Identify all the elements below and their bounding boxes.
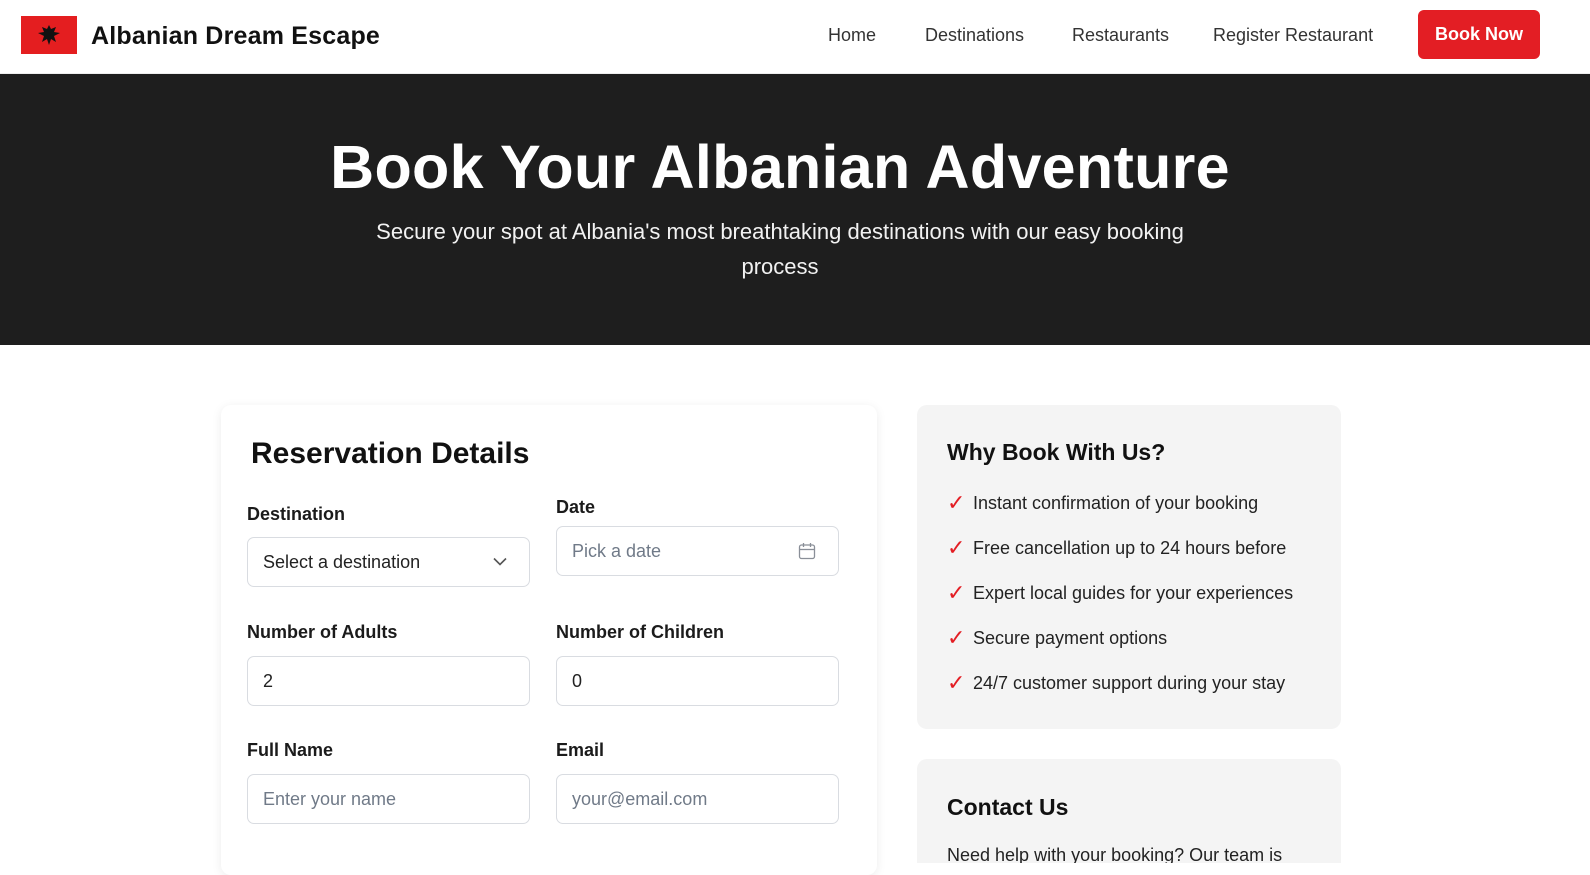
top-navbar: Albanian Dream Escape Home Destinations … (0, 0, 1590, 74)
hero-subtitle: Secure your spot at Albania's most breat… (376, 219, 1184, 279)
checkmark-icon: ✓ (947, 535, 966, 560)
benefit-item: ✓ Expert local guides for your experienc… (947, 580, 1293, 606)
adults-input[interactable]: 2 (247, 656, 530, 706)
benefit-item: ✓ 24/7 customer support during your stay (947, 670, 1285, 696)
nav-restaurants[interactable]: Restaurants (1072, 25, 1169, 46)
destination-label: Destination (247, 504, 346, 524)
book-now-button[interactable]: Book Now (1418, 10, 1540, 59)
reservation-form-card: Reservation Details Destination Select a… (221, 405, 877, 875)
albanian-flag-logo[interactable] (21, 16, 77, 54)
hero-section: Book Your Albanian Adventure Secure your… (0, 74, 1590, 345)
checkmark-icon: ✓ (947, 625, 966, 650)
contact-text: Need help with your booking? Our team is (947, 845, 1283, 863)
benefit-item: ✓ Instant confirmation of your booking (947, 490, 1258, 516)
form-title: Reservation Details (251, 437, 530, 470)
email-input[interactable]: your@email.com (556, 774, 839, 824)
date-picker[interactable]: Pick a date (556, 526, 839, 576)
children-input[interactable]: 0 (556, 656, 839, 706)
benefit-item: ✓ Secure payment options (947, 625, 1167, 651)
benefit-text: 24/7 customer support during your stay (973, 672, 1286, 693)
destination-select[interactable]: Select a destination (247, 537, 530, 587)
benefit-text: Instant confirmation of your booking (973, 492, 1259, 513)
contact-title: Contact Us (947, 794, 1069, 820)
chevron-down-icon (493, 557, 507, 567)
date-placeholder: Pick a date (572, 540, 662, 561)
checkmark-icon: ✓ (947, 490, 966, 515)
email-label: Email (556, 740, 605, 760)
nav-register-restaurant[interactable]: Register Restaurant (1213, 25, 1373, 46)
adults-label: Number of Adults (247, 622, 398, 642)
full-name-input[interactable]: Enter your name (247, 774, 530, 824)
nav-destinations[interactable]: Destinations (925, 25, 1024, 46)
benefit-text: Free cancellation up to 24 hours before (973, 537, 1287, 558)
eagle-icon (38, 25, 60, 45)
brand-name[interactable]: Albanian Dream Escape (91, 22, 380, 51)
benefit-text: Expert local guides for your experiences (973, 582, 1294, 603)
nav-home[interactable]: Home (828, 25, 876, 46)
benefit-text: Secure payment options (973, 627, 1168, 648)
benefit-item: ✓ Free cancellation up to 24 hours befor… (947, 535, 1286, 561)
checkmark-icon: ✓ (947, 670, 966, 695)
full-name-label: Full Name (247, 740, 334, 760)
why-book-title: Why Book With Us? (947, 439, 1166, 465)
destination-select-value: Select a destination (263, 551, 421, 572)
checkmark-icon: ✓ (947, 580, 966, 605)
why-book-card: Why Book With Us? ✓ Instant confirmation… (917, 405, 1341, 729)
date-label: Date (556, 497, 596, 517)
calendar-icon (798, 542, 816, 560)
children-label: Number of Children (556, 622, 725, 642)
hero-title: Book Your Albanian Adventure (330, 133, 1230, 201)
contact-card: Contact Us Need help with your booking? … (917, 759, 1341, 863)
